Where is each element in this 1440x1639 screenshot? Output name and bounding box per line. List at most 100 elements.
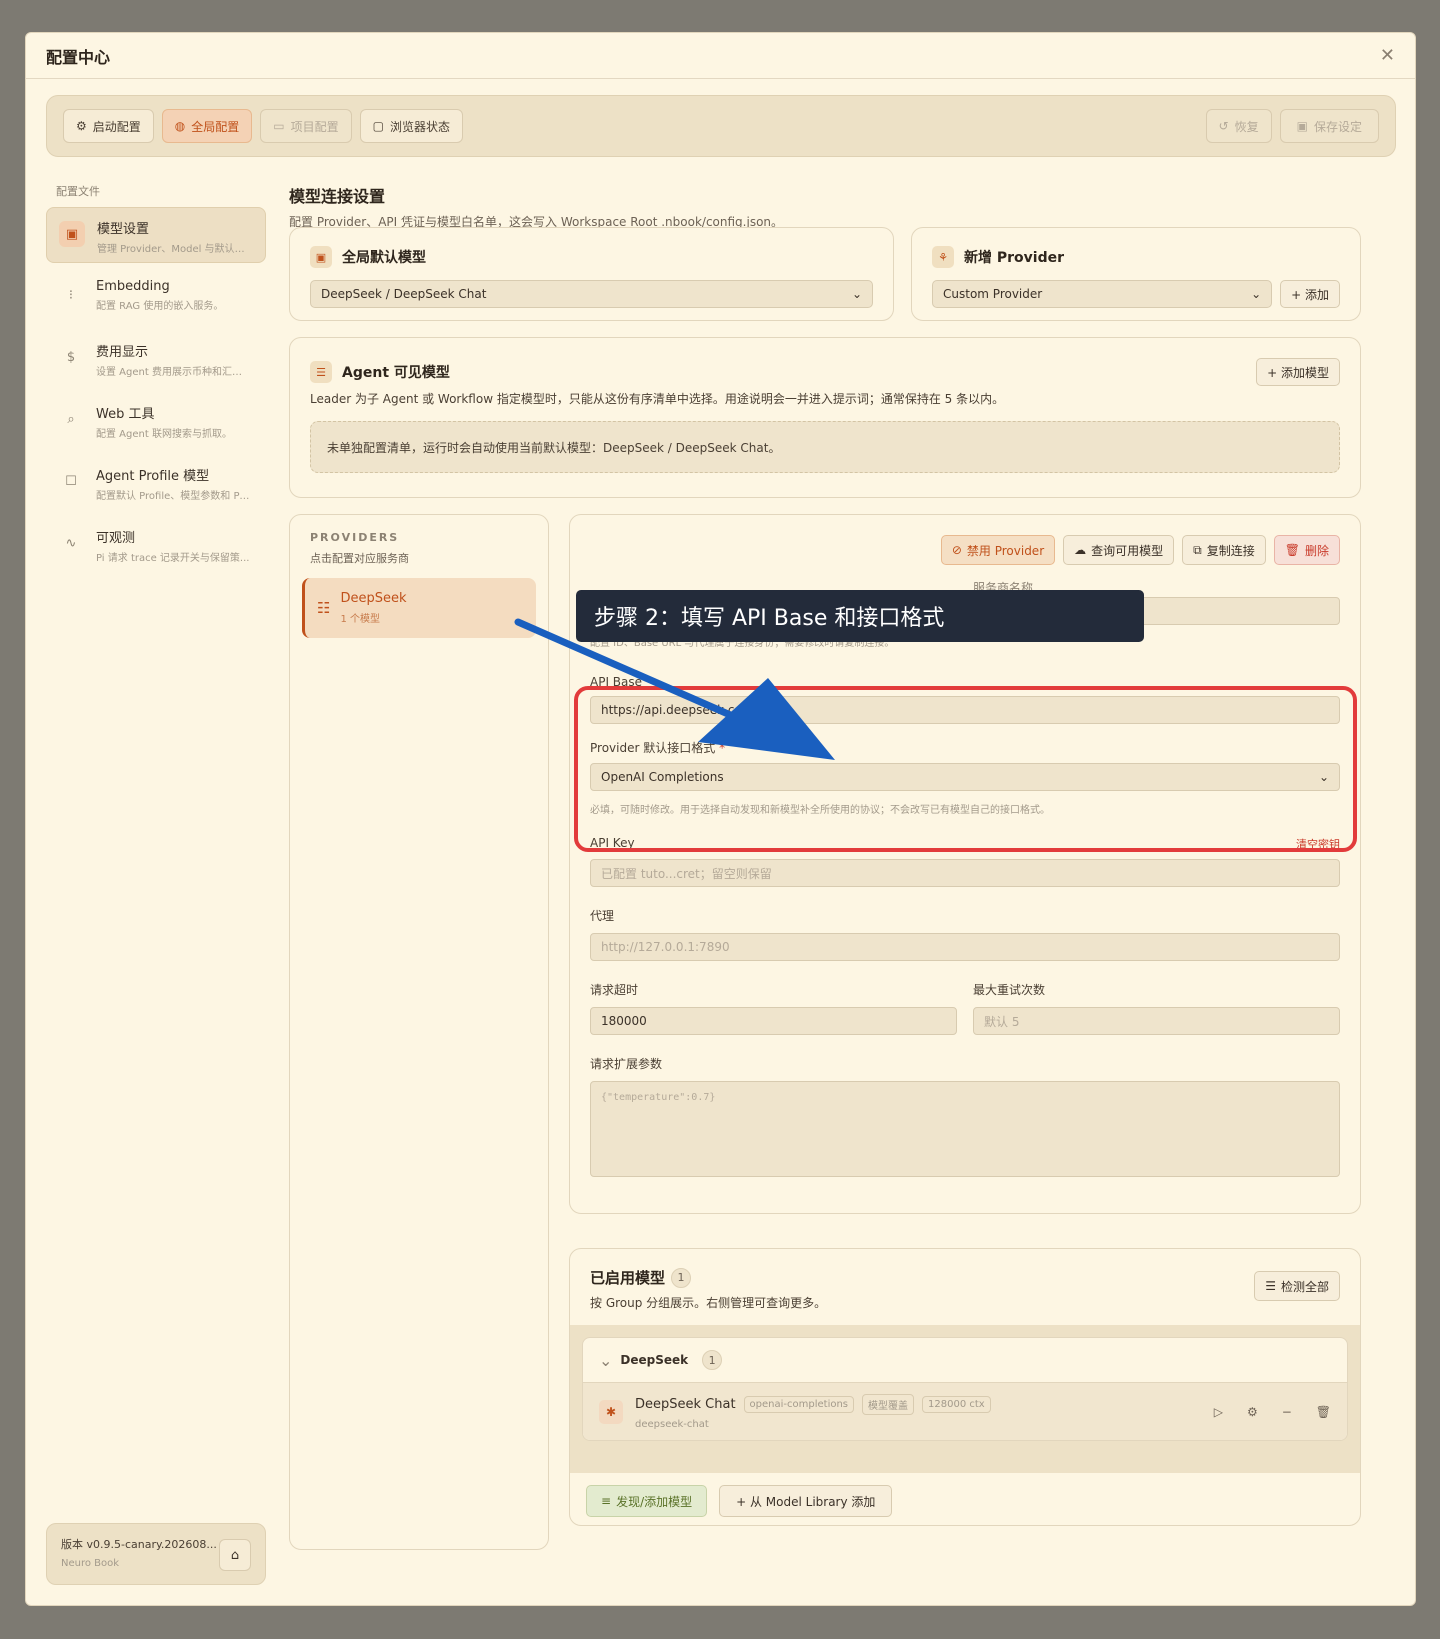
button-label: 删除 [1304, 543, 1329, 558]
globe-icon: ◍ [174, 119, 186, 133]
button-label: 发现/添加模型 [616, 1494, 693, 1509]
model-groups-area: ⌄ DeepSeek 1 ✱ DeepSeek Chat openai-comp… [570, 1325, 1360, 1473]
providers-subheading: 点击配置对应服务商 [310, 552, 409, 565]
model-library-button[interactable]: + 从 Model Library 添加 [719, 1485, 893, 1517]
save-button[interactable]: ▣ 保存设定 [1279, 109, 1379, 143]
provider-item-deepseek[interactable]: ☷ DeepSeek 1 个模型 [302, 578, 536, 638]
main-panel: 模型连接设置 配置 Provider、API 凭证与模型白名单，这会写入 Wor… [289, 173, 1399, 230]
tab-browser-state[interactable]: ▢ 浏览器状态 [359, 109, 463, 143]
sidebar-item-desc: 配置默认 Profile、模型参数和 Pr... [96, 491, 251, 502]
sidebar-item-desc: 管理 Provider、Model 与默认模... [97, 244, 252, 255]
gear-icon[interactable]: ⚙ [1247, 1405, 1258, 1419]
restore-label: 恢复 [1234, 119, 1259, 134]
group-count-badge: 1 [702, 1350, 723, 1370]
binary-icon: ⁝ [68, 287, 74, 303]
sidebar-item-cost-display[interactable]: $ 费用显示 设置 Agent 费用展示币种和汇率。 [46, 331, 266, 387]
sidebar-item-observability[interactable]: ∿ 可观测 Pi 请求 trace 记录开关与保留策... [46, 517, 266, 573]
default-model-select[interactable]: DeepSeek / DeepSeek Chat ⌄ [310, 280, 873, 308]
search-globe-icon: ⌕ [67, 411, 75, 427]
ext-params-textarea[interactable]: {"temperature":0.7} [590, 1081, 1340, 1177]
button-label: 复制连接 [1206, 543, 1255, 558]
timeout-field[interactable]: 180000 [590, 1007, 957, 1035]
copy-icon: ⧉ [1193, 542, 1202, 557]
model-name: DeepSeek Chat [635, 1396, 736, 1412]
tab-startup-config[interactable]: ⚙ 启动配置 [63, 109, 154, 143]
sidebar-item-label: Agent Profile 模型 [96, 469, 210, 484]
default-model-card: ▣ 全局默认模型 DeepSeek / DeepSeek Chat ⌄ [289, 227, 894, 321]
tab-label: 浏览器状态 [389, 119, 450, 134]
filter-icon: ≡ [601, 1494, 612, 1508]
chevron-down-icon: ⌄ [1251, 287, 1262, 301]
override-tag: 模型覆盖 [862, 1393, 915, 1415]
sidebar-item-label: 可观测 [96, 531, 136, 546]
count-badge: 1 [671, 1267, 692, 1288]
group-name: DeepSeek [620, 1353, 689, 1367]
minus-icon[interactable]: − [1282, 1405, 1292, 1419]
enabled-models-title: 已启用模型 [590, 1269, 666, 1287]
github-icon[interactable]: ⌂ [219, 1539, 251, 1571]
card-title: 全局默认模型 [342, 250, 426, 266]
agent-models-notice: 未单独配置清单，运行时会自动使用当前默认模型：DeepSeek / DeepSe… [310, 421, 1340, 473]
retry-field[interactable]: 默认 5 [973, 1007, 1340, 1035]
settings-icon: ⚙ [76, 119, 87, 133]
sidebar-item-agent-profile[interactable]: ☐ Agent Profile 模型 配置默认 Profile、模型参数和 Pr.… [46, 455, 266, 511]
network-icon: ⚘ [932, 246, 954, 268]
callout-text: 步骤 2：填写 API Base 和接口格式 [594, 606, 945, 631]
config-toolbar: ⚙ 启动配置 ◍ 全局配置 ▭ 项目配置 ▢ 浏览器状态 ↺ 恢复 ▣ 保存设定 [46, 95, 1396, 157]
add-model-button[interactable]: + 添加模型 [1256, 358, 1340, 386]
close-icon[interactable]: ✕ [1380, 45, 1395, 66]
discover-models-button[interactable]: ≡ 发现/添加模型 [586, 1485, 708, 1517]
cloud-icon: ☁ [1074, 543, 1087, 557]
api-key-field[interactable]: 已配置 tuto...cret；留空则保留 [590, 859, 1340, 887]
button-label: 禁用 Provider [966, 543, 1045, 558]
enabled-models-sub: 按 Group 分组展示。右侧管理可查询更多。 [590, 1296, 827, 1310]
sidebar-item-desc: 配置 Agent 联网搜索与抓取。 [96, 429, 232, 440]
format-tag: openai-completions [743, 1395, 855, 1413]
monitor-icon: ▢ [372, 119, 384, 133]
tab-label: 全局配置 [191, 119, 240, 134]
sidebar-item-desc: Pi 请求 trace 记录开关与保留策... [96, 553, 250, 564]
power-off-icon: ⊘ [951, 543, 962, 557]
context-tag: 128000 ctx [922, 1395, 991, 1413]
restore-button[interactable]: ↺ 恢复 [1205, 109, 1272, 143]
disable-provider-button[interactable]: ⊘ 禁用 Provider [940, 535, 1056, 565]
tab-label: 启动配置 [92, 119, 141, 134]
delete-provider-button[interactable]: 🗑 删除 [1273, 535, 1340, 565]
tutorial-callout: 步骤 2：填写 API Base 和接口格式 [576, 590, 1144, 642]
proxy-label: 代理 [590, 909, 615, 923]
play-icon[interactable]: ▷ [1214, 1405, 1223, 1419]
enabled-models-card: 已启用模型 1 按 Group 分组展示。右侧管理可查询更多。 ☰ 检测全部 ⌄ D… [569, 1248, 1361, 1526]
highlight-box [574, 686, 1357, 852]
server-icon: ☷ [317, 599, 331, 617]
sidebar-item-embedding[interactable]: ⁝ Embedding 配置 RAG 使用的嵌入服务。 [46, 269, 266, 325]
folder-icon: ▭ [273, 119, 285, 133]
sidebar: 配置文件 ▣ 模型设置 管理 Provider、Model 与默认模... ⁝ E… [46, 173, 266, 1585]
ext-params-label: 请求扩展参数 [590, 1057, 663, 1071]
dollar-icon: $ [66, 349, 76, 365]
providers-heading: PROVIDERS [310, 531, 400, 544]
copy-connection-button[interactable]: ⧉ 复制连接 [1182, 535, 1266, 565]
retry-label: 最大重试次数 [973, 983, 1046, 997]
sidebar-item-model-settings[interactable]: ▣ 模型设置管理 Provider、Model 与默认模... [46, 207, 266, 263]
agent-models-desc: Leader 为子 Agent 或 Workflow 指定模型时，只能从这份有序… [310, 392, 1005, 406]
chip-icon: ▣ [59, 221, 85, 247]
list-check-icon: ☰ [1265, 1279, 1276, 1293]
tab-global-config[interactable]: ◍ 全局配置 [161, 109, 253, 143]
undo-icon: ↺ [1218, 119, 1229, 133]
trash-icon[interactable]: 🗑 [1316, 1405, 1331, 1419]
activity-icon: ∿ [65, 535, 77, 551]
proxy-field[interactable]: http://127.0.0.1:7890 [590, 933, 1340, 961]
provider-type-select[interactable]: Custom Provider ⌄ [932, 280, 1273, 308]
tab-project-config[interactable]: ▭ 项目配置 [260, 109, 352, 143]
model-id: deepseek-chat [635, 1418, 709, 1430]
card-title: 新增 Provider [964, 250, 1065, 266]
sidebar-item-web-tools[interactable]: ⌕ Web 工具 配置 Agent 联网搜索与抓取。 [46, 393, 266, 449]
add-provider-button[interactable]: + 添加 [1280, 280, 1340, 308]
sidebar-item-label: 模型设置 [97, 222, 150, 237]
agent-models-card: ☰ Agent 可见模型 + 添加模型 Leader 为子 Agent 或 Wor… [289, 337, 1361, 498]
check-all-button[interactable]: ☰ 检测全部 [1254, 1271, 1340, 1301]
save-label: 保存设定 [1313, 119, 1362, 134]
query-models-button[interactable]: ☁ 查询可用模型 [1063, 535, 1175, 565]
chip-icon: ▣ [310, 246, 332, 268]
group-header[interactable]: ⌄ DeepSeek 1 [583, 1338, 1347, 1382]
